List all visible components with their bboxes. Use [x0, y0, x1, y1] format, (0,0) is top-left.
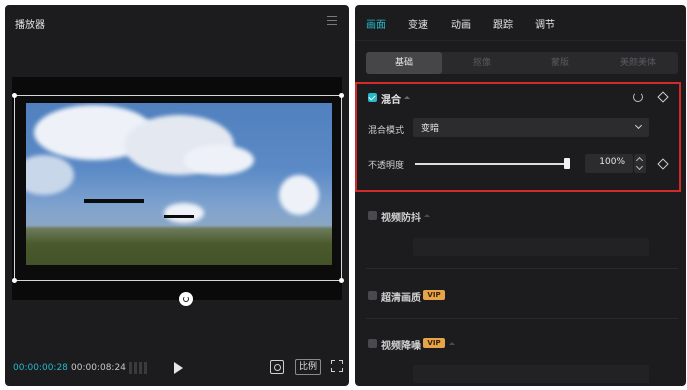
subtab-beauty[interactable]: 美颜美体 — [600, 52, 676, 74]
tab-animation[interactable]: 动画 — [451, 16, 471, 31]
current-time: 00:00:00:28 — [13, 363, 68, 373]
blend-mode-value: 变暗 — [421, 124, 440, 134]
menu-icon[interactable] — [327, 16, 337, 25]
opacity-stepper[interactable] — [634, 154, 646, 173]
tab-tracking[interactable]: 跟踪 — [493, 16, 513, 31]
opacity-slider[interactable] — [415, 163, 567, 165]
fullscreen-icon[interactable] — [331, 360, 343, 372]
ratio-button[interactable]: 比例 — [295, 359, 321, 375]
subtab-bar: 基础 抠像 蒙版 美颜美体 — [366, 52, 678, 74]
chevron-down-icon — [634, 121, 643, 130]
subtab-matting[interactable]: 抠像 — [444, 52, 520, 74]
tab-bar: 画面 变速 动画 跟踪 调节 — [355, 5, 686, 41]
denoise-select — [413, 365, 649, 383]
video-stage[interactable] — [12, 77, 344, 306]
tab-adjust[interactable]: 调节 — [535, 16, 555, 31]
vip-badge: VIP — [423, 338, 445, 348]
stabilize-checkbox[interactable] — [368, 211, 377, 220]
playback-controls: 00:00:00:28 00:00:08:24 比例 — [5, 357, 349, 381]
play-icon[interactable] — [174, 362, 183, 374]
tab-picture[interactable]: 画面 — [366, 16, 386, 31]
resize-handle[interactable] — [12, 278, 17, 283]
blend-checkbox[interactable] — [368, 93, 377, 102]
vip-badge: VIP — [423, 290, 445, 300]
divider — [366, 268, 678, 269]
subtab-basic[interactable]: 基础 — [366, 52, 442, 74]
stabilize-title: 视频防抖 — [381, 213, 421, 224]
player-panel: 播放器 00:00:00:28 00:00:08:24 比例 — [5, 5, 349, 386]
fit-icon[interactable] — [270, 360, 284, 374]
resize-handle[interactable] — [339, 278, 344, 283]
property-panel: 画面 变速 动画 跟踪 调节 基础 抠像 蒙版 美颜美体 混合 混合模式 变暗 … — [355, 5, 686, 386]
resize-handle[interactable] — [339, 93, 344, 98]
resize-handle[interactable] — [12, 93, 17, 98]
grid-icon[interactable] — [129, 362, 149, 374]
opacity-value: 100% — [599, 157, 625, 167]
total-time: 00:00:08:24 — [71, 363, 126, 373]
opacity-slider-handle[interactable] — [564, 158, 570, 169]
collapse-icon[interactable] — [404, 96, 410, 99]
player-title: 播放器 — [15, 20, 45, 31]
transform-box[interactable] — [12, 93, 344, 283]
blend-mode-label: 混合模式 — [368, 126, 405, 136]
collapse-icon[interactable] — [424, 214, 430, 217]
blend-title: 混合 — [381, 95, 401, 106]
rotate-icon[interactable] — [179, 292, 193, 306]
blend-mode-select[interactable]: 变暗 — [413, 118, 649, 137]
enhance-checkbox[interactable] — [368, 291, 377, 300]
collapse-icon[interactable] — [449, 342, 455, 345]
denoise-title: 视频降噪 — [381, 341, 421, 352]
opacity-label: 不透明度 — [368, 161, 405, 171]
enhance-title: 超清画质 — [381, 293, 421, 304]
opacity-input[interactable]: 100% — [585, 154, 633, 173]
subtab-mask[interactable]: 蒙版 — [522, 52, 598, 74]
stabilize-select — [413, 238, 649, 256]
reset-icon[interactable] — [633, 92, 643, 102]
tab-speed[interactable]: 变速 — [408, 16, 428, 31]
denoise-checkbox[interactable] — [368, 339, 377, 348]
divider — [366, 318, 678, 319]
